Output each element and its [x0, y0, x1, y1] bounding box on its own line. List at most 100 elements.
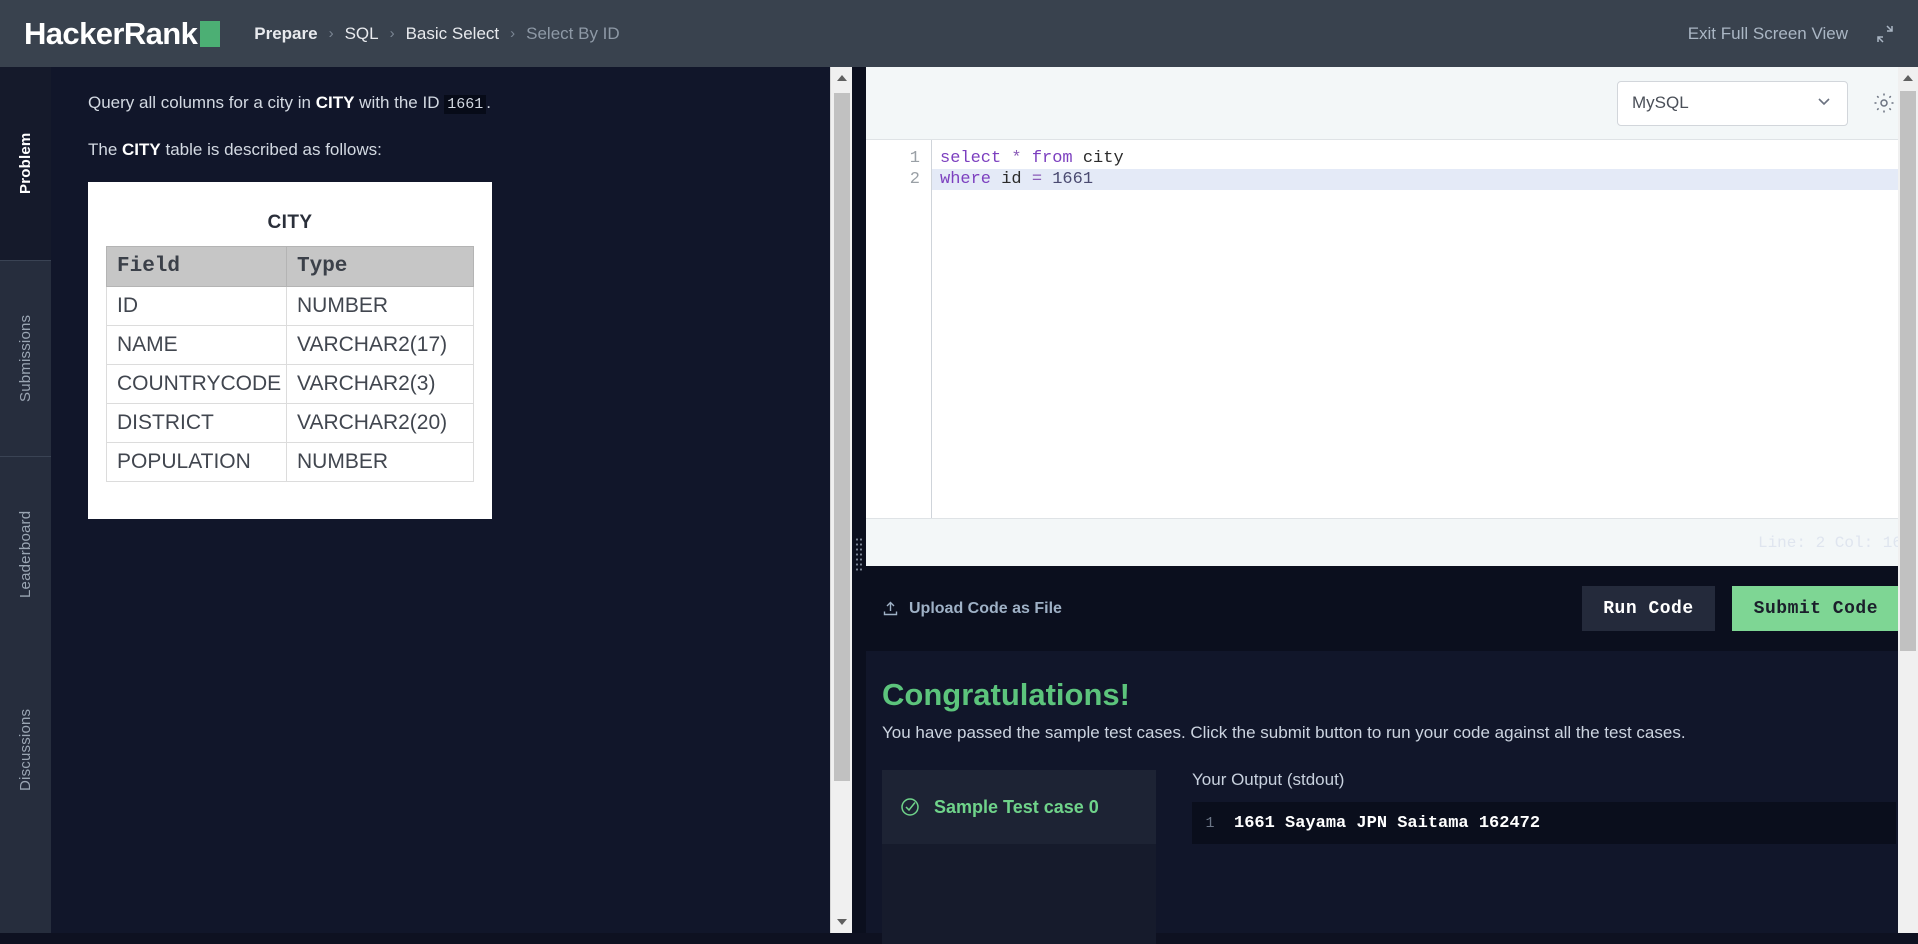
sidebar-item-submissions[interactable]: Submissions	[0, 260, 51, 456]
breadcrumb-separator-icon: ›	[328, 25, 334, 42]
panel-splitter[interactable]	[852, 67, 866, 933]
problem-line-2: The CITY table is described as follows:	[88, 137, 790, 163]
problem-text: table is described as follows:	[160, 139, 382, 159]
line-number: 2	[909, 170, 920, 189]
schema-type: NUMBER	[286, 286, 474, 326]
upload-label: Upload Code as File	[909, 599, 1062, 617]
language-select[interactable]: MySQL	[1617, 80, 1848, 126]
line-number: 1	[909, 149, 920, 168]
hackerrank-logo[interactable]: HackerRank	[24, 15, 221, 52]
output-title: Your Output (stdout)	[1192, 770, 1345, 789]
problem-text: .	[486, 93, 491, 112]
exit-fullscreen-button[interactable]: Exit Full Screen View	[1688, 23, 1896, 45]
code-editor-panel: MySQL 1 2 select * from city where id = …	[866, 67, 1918, 944]
results-section: Congratulations! You have passed the sam…	[866, 651, 1918, 944]
problem-text: The	[88, 139, 123, 159]
breadcrumb-separator-icon: ›	[389, 25, 395, 42]
breadcrumb-separator-icon: ›	[510, 25, 516, 42]
breadcrumb-item-sql[interactable]: SQL	[345, 24, 379, 44]
language-select-value: MySQL	[1632, 93, 1689, 112]
problem-statement-panel: Query all columns for a city in CITY wit…	[51, 67, 830, 933]
output-line-number: 1	[1205, 814, 1215, 832]
check-circle-icon	[900, 797, 920, 817]
scroll-up-arrow-icon[interactable]	[1898, 67, 1918, 89]
collapse-arrows-icon[interactable]	[1874, 23, 1896, 45]
schema-type: VARCHAR2(17)	[286, 325, 474, 365]
congratulations-subtitle: You have passed the sample test cases. C…	[882, 723, 1686, 742]
scroll-up-arrow-icon[interactable]	[831, 67, 853, 89]
schema-type: VARCHAR2(3)	[286, 364, 474, 404]
problem-text: Query all columns for a city in	[88, 93, 316, 112]
chevron-down-icon	[1815, 92, 1833, 115]
sidebar-item-label: Discussions	[17, 708, 34, 792]
run-code-button[interactable]: Run Code	[1582, 586, 1715, 631]
code-panel-scrollbar[interactable]	[1898, 67, 1918, 933]
left-tab-rail: Problem Submissions Leaderboard Discussi…	[0, 67, 51, 933]
breadcrumb-item-basic-select[interactable]: Basic Select	[406, 24, 500, 44]
scrollbar-thumb[interactable]	[834, 93, 850, 781]
splitter-grip-handle[interactable]	[855, 537, 863, 573]
submit-code-button[interactable]: Submit Code	[1731, 586, 1900, 631]
scrollbar-thumb[interactable]	[1900, 91, 1916, 651]
sidebar-item-discussions[interactable]: Discussions	[0, 652, 51, 848]
schema-title: CITY	[267, 212, 313, 233]
upload-code-as-file-button[interactable]: Upload Code as File	[882, 600, 1062, 618]
schema-header-row: Field Type	[106, 246, 474, 287]
exit-fullscreen-label: Exit Full Screen View	[1687, 23, 1848, 43]
testcase-detail-area	[882, 844, 1156, 944]
table-row: NAME VARCHAR2(17)	[106, 325, 474, 365]
scroll-down-arrow-icon[interactable]	[831, 911, 853, 933]
code-line-1[interactable]: select * from city	[932, 148, 1918, 169]
schema-col-field: Field	[106, 246, 287, 287]
city-schema-card: CITY Field Type ID NUMBER NAME VARCHAR2(…	[88, 182, 492, 519]
editor-status-bar: Line: 2 Col: 16	[866, 519, 1918, 566]
congratulations-title: Congratulations!	[882, 677, 1130, 712]
top-header-bar: HackerRank Prepare › SQL › Basic Select …	[0, 0, 1918, 67]
table-row: POPULATION NUMBER	[106, 442, 474, 482]
sidebar-item-problem[interactable]: Problem	[0, 67, 51, 260]
sidebar-item-label: Leaderboard	[17, 510, 34, 599]
list-item[interactable]: Sample Test case 0	[882, 787, 1156, 827]
schema-field: NAME	[106, 325, 287, 365]
editor-action-bar: Upload Code as File Run Code Submit Code	[866, 566, 1918, 651]
testcase-list: Sample Test case 0	[882, 770, 1156, 944]
testcase-divider	[882, 827, 1156, 844]
breadcrumb-item-prepare[interactable]: Prepare	[254, 24, 317, 44]
editor-toolbar: MySQL	[866, 67, 1918, 139]
problem-text: with the ID	[354, 93, 445, 112]
sidebar-item-leaderboard[interactable]: Leaderboard	[0, 456, 51, 652]
problem-id-code: 1661	[444, 95, 487, 114]
problem-table-name: CITY	[122, 139, 161, 159]
table-row: ID NUMBER	[106, 286, 474, 326]
schema-field: COUNTRYCODE	[106, 364, 287, 404]
upload-icon	[882, 600, 899, 617]
code-line-2[interactable]: where id = 1661	[932, 169, 1918, 190]
problem-line-1: Query all columns for a city in CITY wit…	[88, 90, 790, 117]
schema-table: Field Type ID NUMBER NAME VARCHAR2(17) C…	[106, 246, 474, 482]
schema-field: ID	[106, 286, 287, 326]
sidebar-item-label: Problem	[17, 132, 34, 195]
gear-icon[interactable]	[1872, 91, 1896, 115]
testcase-label: Sample Test case 0	[934, 796, 1099, 817]
table-row: DISTRICT VARCHAR2(20)	[106, 403, 474, 443]
sidebar-item-label: Submissions	[17, 314, 34, 403]
output-box: 1 1661 Sayama JPN Saitama 162472	[1192, 802, 1896, 844]
logo-text: HackerRank	[24, 15, 198, 51]
primary-actions: Run Code Submit Code	[1582, 586, 1900, 631]
breadcrumb: Prepare › SQL › Basic Select › Select By…	[254, 24, 619, 44]
schema-field: POPULATION	[106, 442, 287, 482]
schema-field: DISTRICT	[106, 403, 287, 443]
output-section: Your Output (stdout) 1 1661 Sayama JPN S…	[1156, 770, 1918, 930]
table-row: COUNTRYCODE VARCHAR2(3)	[106, 364, 474, 404]
schema-type: NUMBER	[286, 442, 474, 482]
code-text-area[interactable]: select * from city where id = 1661	[932, 140, 1918, 518]
schema-col-type: Type	[286, 246, 474, 287]
problem-table-name: CITY	[315, 93, 355, 112]
schema-type: VARCHAR2(20)	[286, 403, 474, 443]
line-number-gutter: 1 2	[866, 140, 932, 518]
results-body: Sample Test case 0 Your Output (stdout) …	[866, 770, 1918, 944]
code-editor[interactable]: 1 2 select * from city where id = 1661	[866, 139, 1918, 519]
problem-panel-scrollbar[interactable]	[830, 67, 852, 933]
output-text: 1661 Sayama JPN Saitama 162472	[1234, 813, 1541, 833]
problem-body: Query all columns for a city in CITY wit…	[51, 67, 830, 519]
